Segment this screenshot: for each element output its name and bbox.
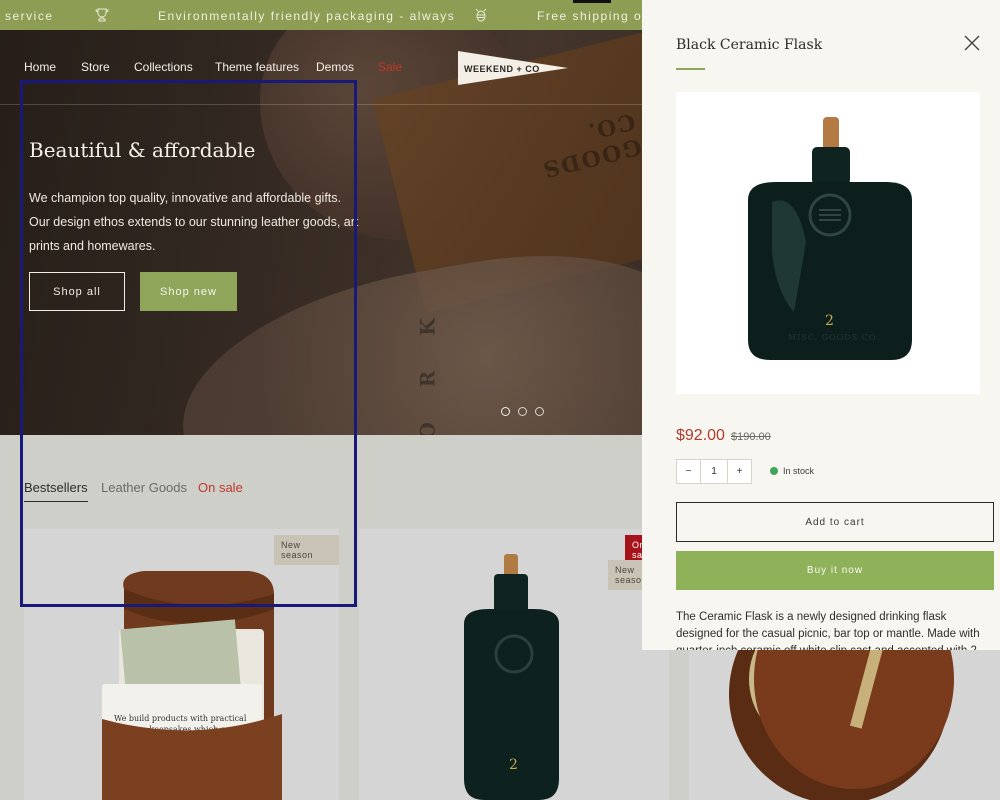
add-to-cart-button[interactable]: Add to cart [676,502,994,542]
title-underline [676,68,705,70]
announcement-center-text: Environmentally friendly packaging - alw… [158,9,456,23]
stock-status-icon [770,467,778,475]
svg-text:2: 2 [509,757,518,773]
compare-price: $190.00 [731,431,771,443]
nav-item-demos[interactable]: Demos [316,60,354,74]
quantity-decrease-button[interactable]: − [677,460,700,483]
nav-item-collections[interactable]: Collections [134,60,193,74]
top-edge-bar [573,0,611,3]
trophy-icon [95,8,109,22]
drawer-title: Black Ceramic Flask [676,37,823,53]
nav-item-home[interactable]: Home [24,60,56,74]
nav-item-store[interactable]: Store [81,60,110,74]
product-image: 2 MISC. GOODS CO. [676,92,980,394]
flask-number: 2 [825,313,834,329]
product-drawer: Black Ceramic Flask 2 MISC. GOODS CO. $9… [642,0,1000,650]
brand-logo[interactable]: WEEKEND + CO [456,49,570,87]
highlight-frame [20,80,357,607]
slide-dot-3[interactable] [535,407,544,416]
flask-label: MISC. GOODS CO. [788,333,879,342]
slide-dot-1[interactable] [501,407,510,416]
announcement-bar: service Environmentally friendly packagi… [0,0,642,30]
product-price: $92.00 [676,427,725,444]
product-card-flask[interactable]: 2 On sale New season [359,529,669,800]
bee-icon [475,8,487,22]
product-description: The Ceramic Flask is a newly designed dr… [676,611,980,650]
close-icon[interactable] [963,34,981,52]
nav-item-sale[interactable]: Sale [378,60,402,74]
logo-text: WEEKEND + CO [464,64,540,74]
quantity-input[interactable]: 1 [700,460,728,483]
announcement-right-text: Free shipping on [537,9,642,23]
nav-item-theme-features[interactable]: Theme features [215,60,299,74]
announcement-left-text: service [5,9,54,23]
slide-dots [501,407,544,416]
svg-text:We build products with practic: We build products with practical [114,714,247,723]
slide-dot-2[interactable] [518,407,527,416]
buy-now-button[interactable]: Buy it now [676,551,994,590]
quantity-increase-button[interactable]: + [728,460,751,483]
stock-status: In stock [783,466,815,476]
quantity-stepper: − 1 + [676,459,752,484]
